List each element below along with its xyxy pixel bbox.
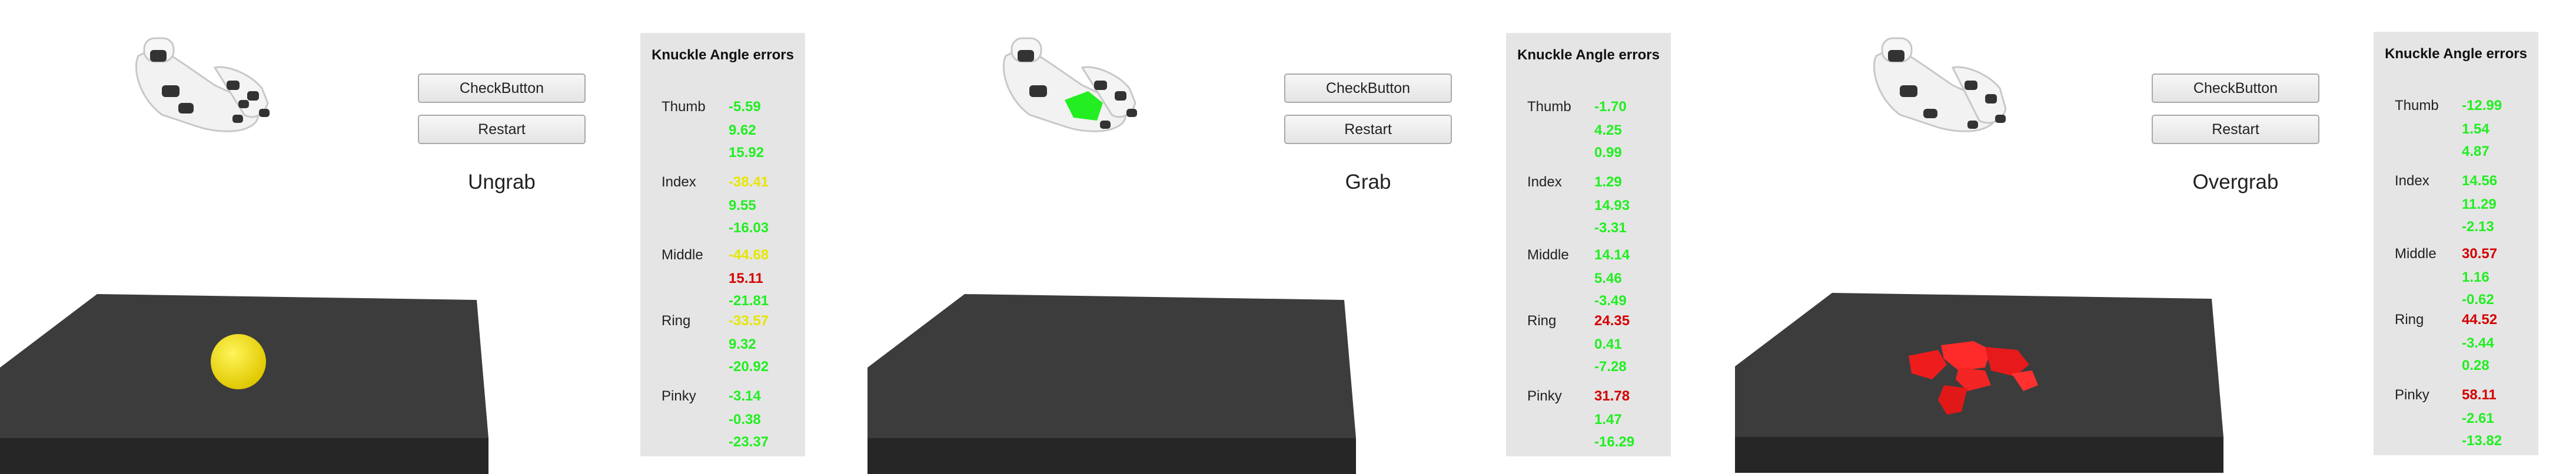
- finger-label: Pinky: [2395, 387, 2429, 403]
- knuckle-errors-panel: Knuckle Angle errors Thumb -5.59 9.62 15…: [640, 33, 805, 456]
- finger-label: Ring: [1527, 313, 1557, 329]
- error-value: -13.82: [2462, 433, 2502, 449]
- error-value: 14.14: [1594, 247, 1630, 263]
- error-value: 30.57: [2462, 246, 2498, 262]
- finger-label: Middle: [662, 247, 703, 263]
- check-button[interactable]: CheckButton: [418, 74, 586, 103]
- error-value: -20.92: [729, 359, 769, 375]
- robot-hand-open: [135, 37, 270, 132]
- robot-hand-closed: [1873, 37, 2007, 132]
- knuckle-errors-panel: Knuckle Angle errors Thumb -12.99 1.54 4…: [2374, 32, 2538, 455]
- error-value: -38.41: [729, 174, 769, 190]
- error-value: -3.31: [1594, 220, 1627, 236]
- error-value: -5.59: [729, 99, 761, 115]
- finger-label: Ring: [2395, 312, 2424, 328]
- table-surface: [867, 294, 1356, 474]
- error-value: 14.93: [1594, 198, 1630, 213]
- error-value: 1.54: [2462, 121, 2489, 137]
- error-value: 9.55: [729, 198, 756, 213]
- finger-label: Index: [2395, 173, 2429, 189]
- error-value: 9.62: [729, 122, 756, 138]
- check-button[interactable]: CheckButton: [2152, 74, 2319, 103]
- error-value: 0.28: [2462, 358, 2489, 373]
- grab-state-label: Overgrab: [2192, 171, 2279, 193]
- robot-hand-grab: [1002, 37, 1137, 132]
- error-value: 14.56: [2462, 173, 2498, 189]
- grab-state-label: Ungrab: [468, 171, 536, 193]
- errors-title: Knuckle Angle errors: [2385, 46, 2527, 62]
- restart-button[interactable]: Restart: [1284, 115, 1452, 144]
- error-value: -1.70: [1594, 99, 1627, 115]
- error-value: -3.44: [2462, 335, 2494, 351]
- error-value: -23.37: [729, 434, 769, 450]
- panel-grab: CheckButton Restart Grab Knuckle Angle e…: [859, 0, 1717, 474]
- error-value: 31.78: [1594, 388, 1630, 404]
- error-value: 11.29: [2462, 196, 2497, 212]
- finger-group-pinky: Pinky 31.78 1.47 -16.29: [1506, 388, 1671, 465]
- error-value: -3.49: [1594, 293, 1627, 309]
- finger-label: Pinky: [662, 388, 696, 404]
- error-value: 5.46: [1594, 271, 1622, 286]
- errors-title: Knuckle Angle errors: [1517, 47, 1660, 63]
- error-value: -21.81: [729, 293, 769, 309]
- error-value: 4.25: [1594, 122, 1622, 138]
- error-value: 24.35: [1594, 313, 1630, 329]
- restart-button[interactable]: Restart: [2152, 115, 2319, 144]
- yellow-ball: [211, 334, 266, 389]
- error-value: -0.62: [2462, 292, 2494, 308]
- finger-group-ring: Ring 44.52 -3.44 0.28: [2374, 312, 2538, 388]
- finger-group-index: Index -38.41 9.55 -16.03: [640, 174, 805, 251]
- error-value: 15.92: [729, 145, 765, 161]
- finger-group-ring: Ring -33.57 9.32 -20.92: [640, 313, 805, 389]
- error-value: -0.38: [729, 412, 761, 428]
- restart-button[interactable]: Restart: [418, 115, 586, 144]
- panel-ungrab: CheckButton Restart Ungrab Knuckle Angle…: [0, 0, 859, 474]
- error-value: 1.16: [2462, 269, 2489, 285]
- error-value: 58.11: [2462, 387, 2497, 403]
- error-value: -2.13: [2462, 219, 2494, 235]
- finger-group-thumb: Thumb -5.59 9.62 15.92: [640, 99, 805, 175]
- error-value: 9.32: [729, 336, 756, 352]
- finger-label: Middle: [2395, 246, 2437, 262]
- finger-group-middle: Middle 30.57 1.16 -0.62: [2374, 246, 2538, 322]
- error-value: 1.29: [1594, 174, 1622, 190]
- error-value: 1.47: [1594, 412, 1622, 428]
- finger-label: Index: [1527, 174, 1562, 190]
- error-value: -44.68: [729, 247, 769, 263]
- error-value: -2.61: [2462, 410, 2494, 426]
- finger-group-index: Index 14.56 11.29 -2.13: [2374, 173, 2538, 249]
- panel-overgrab: CheckButton Restart Overgrab Knuckle Ang…: [1717, 0, 2576, 474]
- error-value: 15.11: [729, 271, 763, 286]
- error-value: -7.28: [1594, 359, 1627, 375]
- finger-label: Index: [662, 174, 696, 190]
- finger-group-middle: Middle -44.68 15.11 -21.81: [640, 247, 805, 323]
- finger-label: Thumb: [1527, 99, 1571, 115]
- grab-state-label: Grab: [1345, 171, 1391, 193]
- check-button[interactable]: CheckButton: [1284, 74, 1452, 103]
- finger-group-index: Index 1.29 14.93 -3.31: [1506, 174, 1671, 251]
- error-value: -16.29: [1594, 434, 1635, 450]
- finger-group-ring: Ring 24.35 0.41 -7.28: [1506, 313, 1671, 389]
- finger-group-pinky: Pinky -3.14 -0.38 -23.37: [640, 388, 805, 465]
- error-value: 0.41: [1594, 336, 1622, 352]
- error-value: 0.99: [1594, 145, 1622, 161]
- error-value: -33.57: [729, 313, 769, 329]
- error-value: -12.99: [2462, 98, 2502, 114]
- errors-title: Knuckle Angle errors: [652, 47, 794, 63]
- finger-group-pinky: Pinky 58.11 -2.61 -13.82: [2374, 387, 2538, 463]
- finger-label: Thumb: [2395, 98, 2439, 114]
- finger-label: Ring: [662, 313, 691, 329]
- finger-group-thumb: Thumb -1.70 4.25 0.99: [1506, 99, 1671, 175]
- red-fragments: [1909, 341, 2038, 415]
- error-value: -3.14: [729, 388, 761, 404]
- knuckle-errors-panel: Knuckle Angle errors Thumb -1.70 4.25 0.…: [1506, 33, 1671, 456]
- finger-group-thumb: Thumb -12.99 1.54 4.87: [2374, 98, 2538, 174]
- error-value: 44.52: [2462, 312, 2498, 328]
- finger-label: Middle: [1527, 247, 1569, 263]
- finger-label: Pinky: [1527, 388, 1562, 404]
- finger-group-middle: Middle 14.14 5.46 -3.49: [1506, 247, 1671, 323]
- error-value: -16.03: [729, 220, 769, 236]
- error-value: 4.87: [2462, 143, 2489, 159]
- finger-label: Thumb: [662, 99, 706, 115]
